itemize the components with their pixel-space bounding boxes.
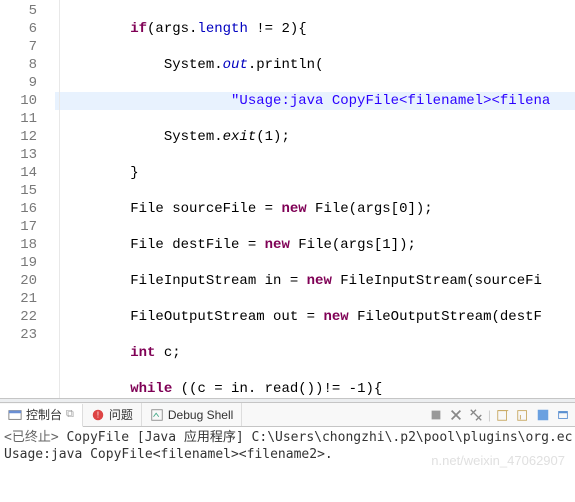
code-line: System.out.println( xyxy=(55,56,575,74)
line-number: 18 xyxy=(0,236,37,254)
code-line: int c; xyxy=(55,344,575,362)
remove-launch-button[interactable] xyxy=(448,407,464,423)
code-area[interactable]: if(args.length != 2){ System.out.println… xyxy=(55,0,575,398)
line-number: 16 xyxy=(0,200,37,218)
code-line: while ((c = in. read())!= -1){ xyxy=(55,380,575,398)
gutter-ruler xyxy=(59,0,60,398)
code-line: File sourceFile = new File(args[0]); xyxy=(55,200,575,218)
problems-icon: ! xyxy=(91,408,105,422)
tab-problems[interactable]: ! 问题 xyxy=(83,403,142,426)
line-number: 11 xyxy=(0,110,37,128)
console-icon xyxy=(8,408,22,422)
line-number: 10 xyxy=(0,92,37,110)
code-line-highlighted: "Usage:java CopyFile<filenamel><filena xyxy=(55,92,575,110)
remove-all-button[interactable] xyxy=(468,407,484,423)
line-number: 23 xyxy=(0,326,37,344)
bottom-tab-bar: 控制台 ⧉ ! 问题 Debug Shell | xyxy=(0,403,575,427)
line-number: 15 xyxy=(0,182,37,200)
svg-text:!: ! xyxy=(97,410,99,419)
line-number: 9 xyxy=(0,74,37,92)
line-number: 14 xyxy=(0,164,37,182)
line-number-gutter: 5 6 7 8 9 10 11 12 13 14 15 16 17 18 19 … xyxy=(0,0,55,398)
debug-shell-icon xyxy=(150,408,164,422)
line-number: 12 xyxy=(0,128,37,146)
pin-icon[interactable]: ⧉ xyxy=(66,408,74,421)
code-line: FileOutputStream out = new FileOutputStr… xyxy=(55,308,575,326)
scroll-lock-button[interactable] xyxy=(515,407,531,423)
toolbar-separator: | xyxy=(488,408,491,422)
tab-label: 问题 xyxy=(109,406,133,423)
tab-label: Debug Shell xyxy=(168,408,233,422)
line-number: 5 xyxy=(0,2,37,20)
code-line: File destFile = new File(args[1]); xyxy=(55,236,575,254)
code-line: FileInputStream in = new FileInputStream… xyxy=(55,272,575,290)
tab-console[interactable]: 控制台 ⧉ xyxy=(0,404,83,427)
line-number: 19 xyxy=(0,254,37,272)
terminate-button[interactable] xyxy=(428,407,444,423)
line-number: 7 xyxy=(0,38,37,56)
line-number: 17 xyxy=(0,218,37,236)
code-line: if(args.length != 2){ xyxy=(55,20,575,38)
line-number: 20 xyxy=(0,272,37,290)
pin-console-button[interactable] xyxy=(535,407,551,423)
console-toolbar: | xyxy=(428,407,575,423)
code-line: System.exit(1); xyxy=(55,128,575,146)
line-number: 13 xyxy=(0,146,37,164)
display-console-button[interactable] xyxy=(555,407,571,423)
line-number: 21 xyxy=(0,290,37,308)
clear-console-button[interactable] xyxy=(495,407,511,423)
line-number: 22 xyxy=(0,308,37,326)
line-number: 6 xyxy=(0,20,37,38)
watermark-text: n.net/weixin_47062907 xyxy=(431,453,565,468)
tab-label: 控制台 xyxy=(26,406,62,423)
console-process-line: <已终止> CopyFile [Java 应用程序] C:\Users\chon… xyxy=(4,429,571,446)
code-editor[interactable]: 5 6 7 8 9 10 11 12 13 14 15 16 17 18 19 … xyxy=(0,0,575,398)
tab-debug-shell[interactable]: Debug Shell xyxy=(142,403,242,426)
line-number: 8 xyxy=(0,56,37,74)
code-line: } xyxy=(55,164,575,182)
